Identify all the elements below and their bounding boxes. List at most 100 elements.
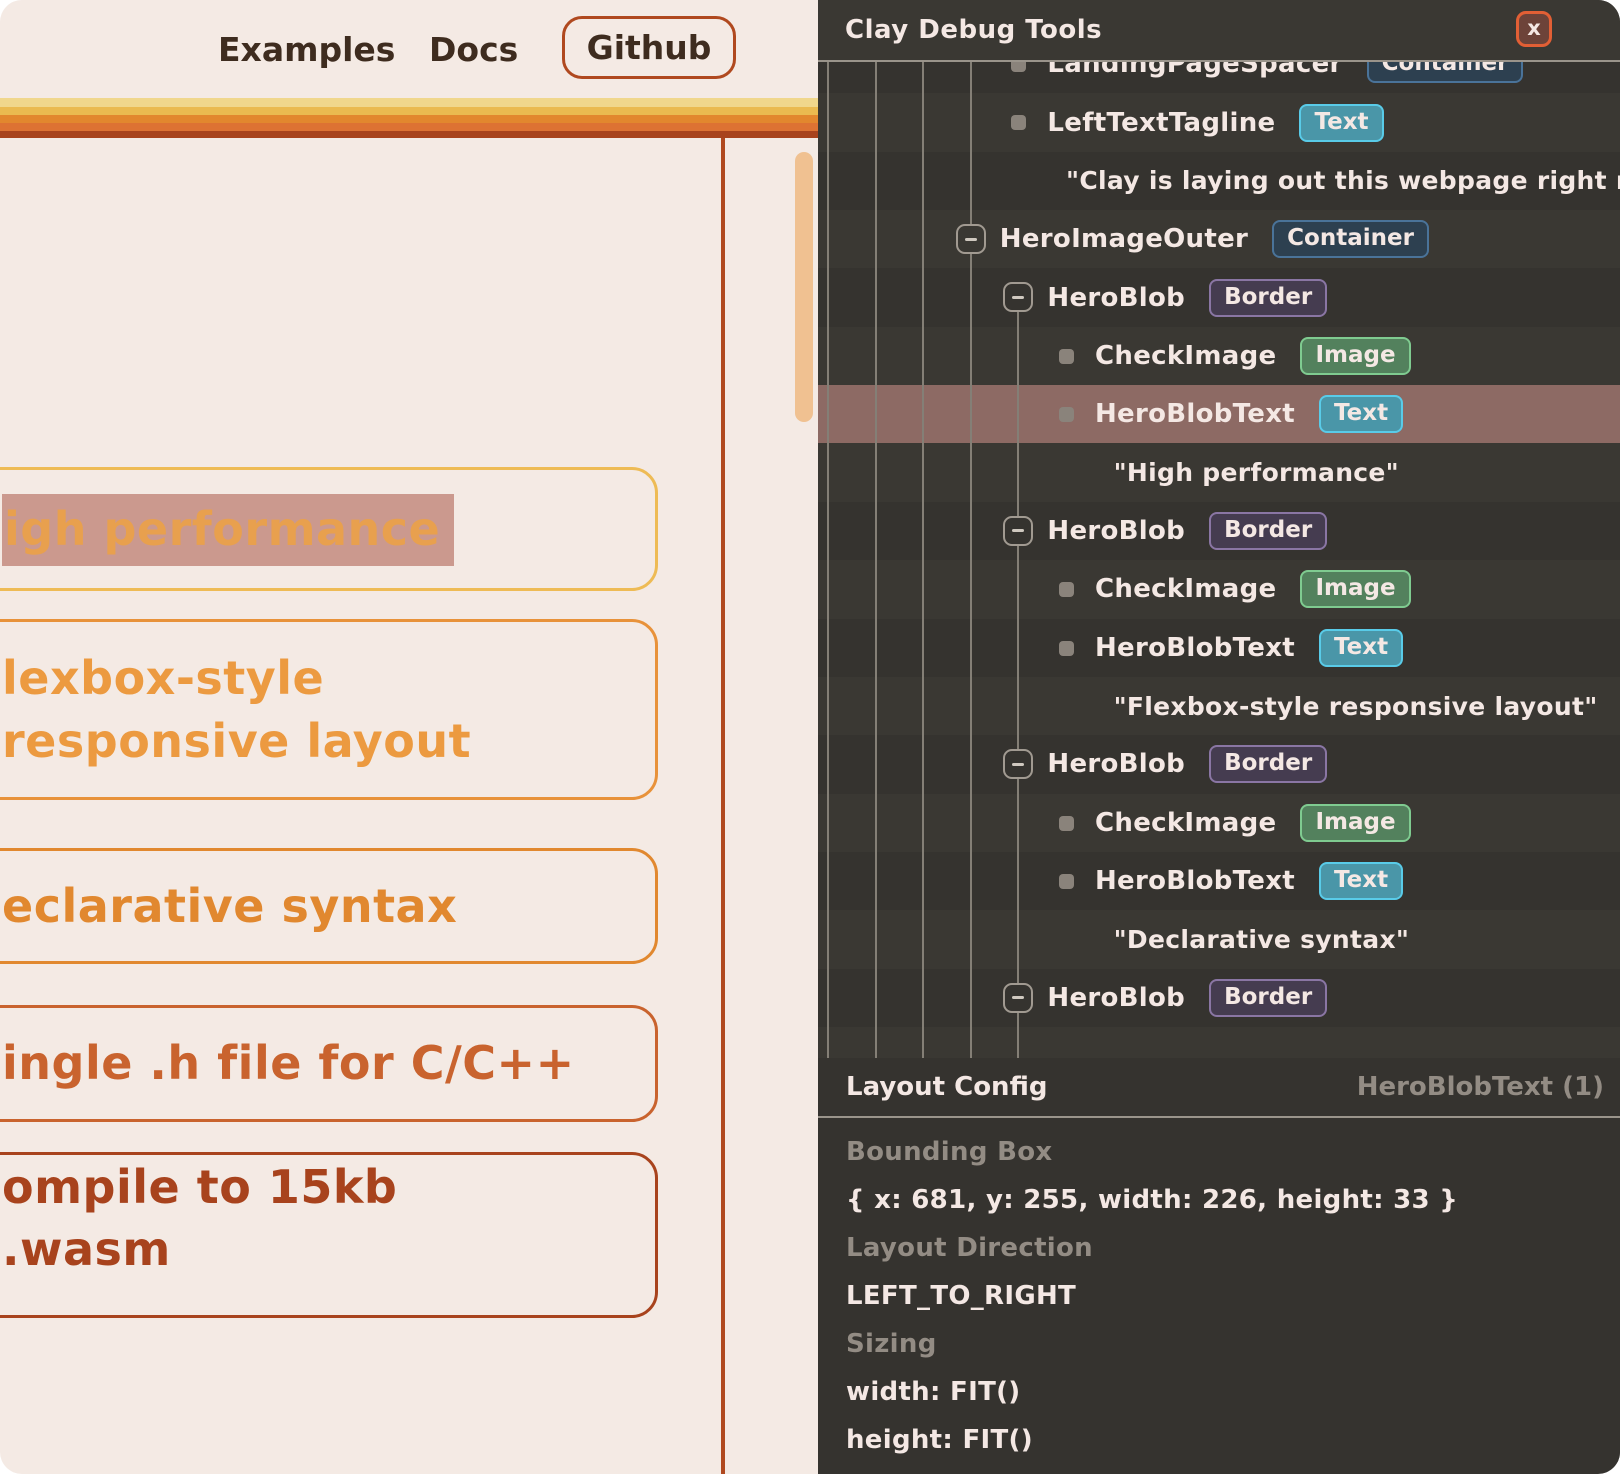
element-type-tag-image: Image bbox=[1300, 804, 1410, 842]
leaf-bullet-icon bbox=[1011, 62, 1026, 72]
element-name-label: HeroImageOuter bbox=[1000, 224, 1248, 254]
debug-panel-title: Clay Debug Tools bbox=[845, 0, 1102, 60]
clay-debug-panel: Clay Debug Tools x LandingPageSpacer Cont… bbox=[818, 0, 1620, 1474]
element-type-tag-image: Image bbox=[1300, 337, 1410, 375]
feature-box-text: ompile to 15kb .wasm bbox=[2, 1156, 582, 1280]
feature-box-text: igh performance bbox=[2, 498, 582, 560]
tree-row-content: HeroBlobTextText bbox=[1095, 385, 1403, 443]
tree-row-element[interactable]: LandingPageSpacer Container bbox=[818, 62, 1620, 93]
layout-config-title: Layout Config bbox=[846, 1058, 1047, 1116]
text-content-preview: "Clay is laying out this webpage right n… bbox=[1066, 152, 1620, 210]
leaf-bullet-icon bbox=[1059, 874, 1074, 889]
element-tree: LandingPageSpacer Container LeftTextTaglin… bbox=[818, 62, 1620, 1058]
nav-link-docs[interactable]: Docs bbox=[429, 0, 518, 98]
config-section-label: Bounding Box bbox=[846, 1128, 1620, 1176]
stripe-band bbox=[0, 131, 818, 138]
minus-icon bbox=[1012, 529, 1024, 532]
element-name-label: CheckImage bbox=[1095, 808, 1276, 838]
element-type-tag-text: Text bbox=[1319, 629, 1403, 667]
tree-row-element[interactable]: CheckImage Image bbox=[818, 327, 1620, 385]
collapse-button[interactable] bbox=[1003, 282, 1033, 312]
tree-row-element[interactable]: CheckImageImage bbox=[818, 560, 1620, 618]
collapse-button[interactable] bbox=[1003, 749, 1033, 779]
nav-link-examples[interactable]: Examples bbox=[218, 0, 395, 98]
element-name-label: HeroBlobText bbox=[1095, 399, 1295, 429]
feature-box: igh performance bbox=[0, 467, 658, 591]
tree-row-content: HeroBlobText Text bbox=[1095, 852, 1403, 910]
minus-icon bbox=[965, 238, 977, 241]
layout-config-selected-element: HeroBlobText (1) bbox=[1357, 1058, 1604, 1116]
leaf-bullet-icon bbox=[1011, 115, 1026, 130]
element-name-label: HeroBlobText bbox=[1095, 633, 1295, 663]
tree-row-content: LeftTextTaglineText bbox=[1047, 93, 1383, 151]
stripe-band bbox=[0, 123, 818, 131]
minus-icon bbox=[1012, 763, 1024, 766]
selected-text-highlight: igh performance bbox=[2, 494, 454, 566]
element-type-tag-border: Border bbox=[1209, 745, 1327, 783]
tree-row-quote: "Flexbox-style responsive layout" bbox=[818, 677, 1620, 735]
layout-config-header: Layout Config HeroBlobText (1) bbox=[818, 1058, 1620, 1118]
feature-box: ompile to 15kb .wasm bbox=[0, 1152, 658, 1318]
minus-icon bbox=[1012, 996, 1024, 999]
tree-row-content: CheckImageImage bbox=[1095, 560, 1411, 618]
tree-guide-line bbox=[827, 62, 829, 1058]
tree-row-content: LandingPageSpacer Container bbox=[1047, 62, 1523, 93]
element-type-tag-border: Border bbox=[1209, 279, 1327, 317]
collapse-button[interactable] bbox=[1003, 516, 1033, 546]
gradient-stripe bbox=[0, 98, 818, 138]
tree-row-element[interactable]: LeftTextTaglineText bbox=[818, 93, 1620, 151]
tree-row-element[interactable]: HeroBlobText Text bbox=[818, 852, 1620, 910]
stripe-band bbox=[0, 98, 818, 107]
element-name-label: HeroBlobText bbox=[1095, 866, 1295, 896]
landing-page: Examples Docs Github igh performancelexb… bbox=[0, 0, 818, 1474]
column-divider-line bbox=[721, 138, 725, 1474]
top-nav: Examples Docs Github bbox=[0, 0, 818, 98]
collapse-button[interactable] bbox=[1003, 983, 1033, 1013]
tree-row-element[interactable]: HeroBlob Border bbox=[818, 502, 1620, 560]
config-value: width: FIT() bbox=[846, 1368, 1620, 1416]
text-content-preview: "Flexbox-style responsive layout" bbox=[1114, 677, 1598, 735]
tree-row-quote: "High performance" bbox=[818, 443, 1620, 501]
stripe-band bbox=[0, 107, 818, 115]
leaf-bullet-icon bbox=[1059, 582, 1074, 597]
text-content-preview: "Declarative syntax" bbox=[1114, 910, 1410, 968]
collapse-button[interactable] bbox=[956, 224, 986, 254]
element-name-label: HeroBlob bbox=[1047, 749, 1185, 779]
tree-row-content: HeroBlobText Text bbox=[1095, 619, 1403, 677]
tree-row-element[interactable]: CheckImage Image bbox=[818, 794, 1620, 852]
element-type-tag-border: Border bbox=[1209, 979, 1327, 1017]
feature-box: ingle .h file for C/C++ bbox=[0, 1005, 658, 1122]
close-button[interactable]: x bbox=[1516, 11, 1552, 47]
element-type-tag-text: Text bbox=[1299, 104, 1383, 142]
tree-row-quote: "Clay is laying out this webpage right n… bbox=[818, 152, 1620, 210]
feature-box-text: eclarative syntax bbox=[2, 875, 582, 937]
tree-row-quote: "Declarative syntax" bbox=[818, 910, 1620, 968]
layout-config-body: Bounding Box{ x: 681, y: 255, width: 226… bbox=[818, 1118, 1620, 1462]
github-button[interactable]: Github bbox=[562, 16, 736, 79]
config-value: LEFT_TO_RIGHT bbox=[846, 1272, 1620, 1320]
element-type-tag-container: Container bbox=[1367, 62, 1524, 83]
tree-row-element[interactable]: HeroImageOuterContainer bbox=[818, 210, 1620, 268]
tree-row-content: HeroImageOuterContainer bbox=[1000, 210, 1429, 268]
element-name-label: CheckImage bbox=[1095, 341, 1276, 371]
element-name-label: HeroBlob bbox=[1047, 983, 1185, 1013]
element-name-label: HeroBlob bbox=[1047, 516, 1185, 546]
tree-row-element[interactable]: HeroBlobBorder bbox=[818, 268, 1620, 326]
element-type-tag-border: Border bbox=[1209, 512, 1327, 550]
element-type-tag-image: Image bbox=[1300, 570, 1410, 608]
tree-row-content: HeroBlob Border bbox=[1047, 969, 1327, 1027]
tree-row-element[interactable]: HeroBlob Border bbox=[818, 969, 1620, 1027]
tree-row-element[interactable]: HeroBlobText Text bbox=[818, 619, 1620, 677]
element-type-tag-text: Text bbox=[1319, 862, 1403, 900]
leaf-bullet-icon bbox=[1059, 349, 1074, 364]
stripe-band bbox=[0, 115, 818, 123]
tree-row-element[interactable]: HeroBlob Border bbox=[818, 735, 1620, 793]
screenshot-root: Examples Docs Github igh performancelexb… bbox=[0, 0, 1620, 1474]
tree-row-element[interactable]: HeroBlobTextText bbox=[818, 385, 1620, 443]
leaf-bullet-icon bbox=[1059, 641, 1074, 656]
element-name-label: LandingPageSpacer bbox=[1047, 62, 1342, 79]
config-value: height: FIT() bbox=[846, 1416, 1620, 1464]
tree-row-content: HeroBlob Border bbox=[1047, 502, 1327, 560]
tree-row-content: CheckImage Image bbox=[1095, 794, 1411, 852]
page-scrollbar-thumb[interactable] bbox=[795, 152, 813, 422]
